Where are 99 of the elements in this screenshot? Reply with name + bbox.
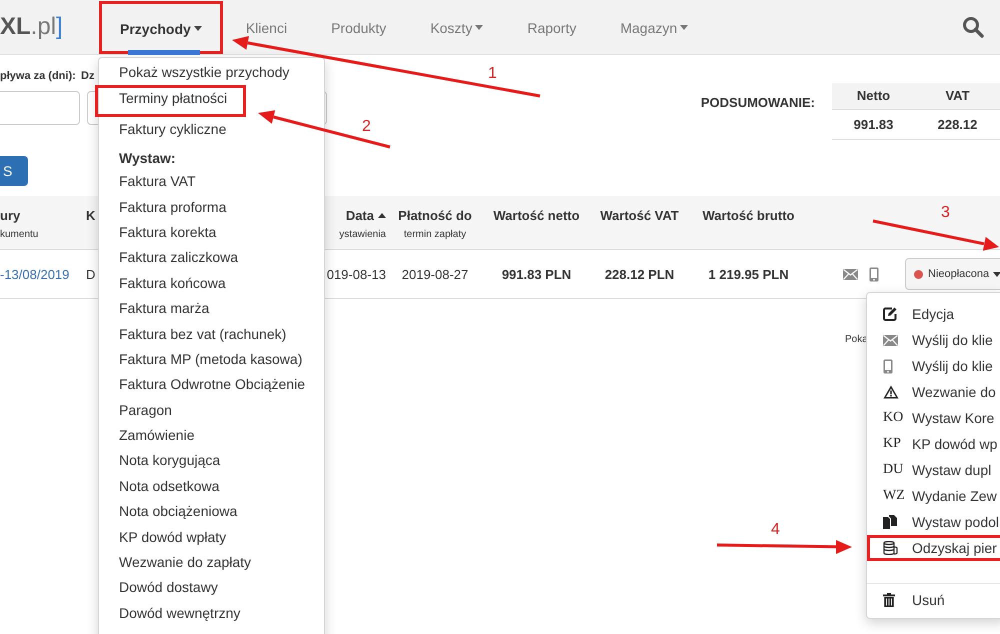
document-link[interactable]: -13/08/2019 xyxy=(0,266,70,282)
summary-value: 991.83 xyxy=(852,116,894,134)
menu-item[interactable]: Wystaw podol xyxy=(867,509,1000,535)
menu-item[interactable]: Usuń xyxy=(867,587,1000,613)
table-cell: 019-08-13 xyxy=(326,266,386,282)
column-title: K xyxy=(86,208,96,223)
submit-button[interactable]: S xyxy=(0,156,28,186)
menu-item[interactable]: Paragon xyxy=(99,398,324,424)
edit-icon xyxy=(883,307,897,321)
nav-tab[interactable]: Przychody xyxy=(98,0,224,55)
filter-label: pływa za (dni): xyxy=(0,70,75,84)
menu-item[interactable]: Terminy płatności xyxy=(95,85,246,117)
column-title: Wartość brutto xyxy=(702,208,794,223)
code-label: KO xyxy=(883,410,904,426)
menu-item[interactable]: KP dowód wpłaty xyxy=(99,524,324,550)
menu-item-label: Usuń xyxy=(912,592,945,608)
summary-label: PODSUMOWANIE: xyxy=(700,95,815,110)
column-title: ury xyxy=(0,208,20,223)
input-field[interactable] xyxy=(0,91,80,125)
menu-item[interactable]: Dowód wewnętrzny xyxy=(99,600,324,626)
code-label: WZ xyxy=(883,488,905,504)
step-number: 1 xyxy=(488,66,497,82)
status-dot-icon xyxy=(914,270,923,278)
menu-item[interactable]: Faktura bez vat (rachunek) xyxy=(99,322,324,347)
menu-item[interactable]: Wezwanie do zapłaty xyxy=(99,550,324,576)
menu-item-label: Wystaw podol xyxy=(912,514,1000,530)
documents-icon xyxy=(883,515,897,529)
table-cell: 2019-08-27 xyxy=(402,266,468,282)
nav-tab[interactable]: Raporty xyxy=(505,0,598,55)
menu-header: Wystaw: xyxy=(118,149,177,168)
nav-tab[interactable]: Produkty xyxy=(309,0,408,55)
table-cell: 991.83 PLN xyxy=(502,266,572,282)
menu-item[interactable]: Faktura Odwrotne Obciążenie xyxy=(99,372,324,398)
menu-item[interactable]: Odzyskaj pier xyxy=(867,535,1000,561)
menu-item[interactable]: Faktura MP (metoda kasowa) xyxy=(99,346,324,372)
menu-item[interactable]: Nota obciążeniowa xyxy=(99,499,324,525)
nav-tab[interactable]: Klienci xyxy=(224,0,310,55)
column-title: Data xyxy=(346,208,374,223)
step-number: 2 xyxy=(362,119,371,135)
menu-item[interactable]: Nota korygująca xyxy=(99,448,324,474)
menu-item-label: Wystaw Kore xyxy=(912,410,994,426)
table-cell: D xyxy=(86,266,96,282)
menu-item-label: KP dowód wp xyxy=(912,436,998,452)
menu-item[interactable]: KP KP dowód wp xyxy=(867,431,1000,457)
column-subtitle: kumentu xyxy=(0,229,40,240)
step-number: 4 xyxy=(771,522,780,538)
menu-item[interactable]: Pokaż wszystkie przychody xyxy=(99,60,324,86)
menu-item[interactable]: Wyślij do klie xyxy=(867,353,1000,379)
step-number: 3 xyxy=(941,205,950,221)
code-label: KP xyxy=(883,436,901,452)
envelope-icon xyxy=(843,268,858,280)
menu-item-label: Wyślij do klie xyxy=(912,358,993,374)
menu-item[interactable]: DU Wystaw dupl xyxy=(867,457,1000,483)
column-title: Płatność do xyxy=(398,208,472,223)
column-subtitle: ystawienia xyxy=(338,229,386,240)
warning-icon xyxy=(883,385,899,399)
nav-tab[interactable]: Magazyn xyxy=(598,0,710,55)
logo: XL.pl] xyxy=(0,12,64,42)
menu-item[interactable]: Faktury cykliczne xyxy=(99,116,324,142)
code-label: DU xyxy=(883,462,904,478)
menu-item[interactable]: Zamówienie xyxy=(99,423,324,448)
phone-icon xyxy=(883,358,893,374)
table-cell: 228.12 PLN xyxy=(604,266,674,282)
menu-item[interactable]: Dowód dostawy xyxy=(99,575,324,601)
menu-item[interactable]: Faktura VAT xyxy=(99,169,324,195)
menu-item-label: Wystaw dupl xyxy=(912,462,992,478)
coins-icon xyxy=(883,541,898,555)
menu-item[interactable]: Wezwanie do xyxy=(867,379,1000,405)
status-dropdown[interactable]: Nieopłacona xyxy=(905,258,1000,290)
caret-icon xyxy=(993,272,1000,276)
menu-item[interactable]: KO Wystaw Kore xyxy=(867,405,1000,431)
menu-item-label: Edycja xyxy=(912,306,954,322)
menu-item-label: Odzyskaj pier xyxy=(912,540,997,556)
filter-label: Dz xyxy=(81,70,94,84)
menu-item[interactable]: Faktura marża xyxy=(99,296,324,322)
menu-item[interactable]: Nota odsetkowa xyxy=(99,474,324,500)
menu-item-label: Wyślij do klie xyxy=(912,332,993,348)
column-title: Wartość VAT xyxy=(600,208,679,223)
menu-item-label: Wezwanie do xyxy=(912,384,996,400)
nav-tab[interactable]: Koszty xyxy=(408,0,506,55)
menu-item-label: Wydanie Zew xyxy=(912,488,997,504)
menu-item[interactable]: Wyślij do klie xyxy=(867,327,1000,353)
column-title: Wartość netto xyxy=(493,208,580,223)
menu-item[interactable]: WZ Wydanie Zew xyxy=(867,483,1000,509)
phone-icon xyxy=(869,266,879,282)
sort-icon[interactable] xyxy=(378,213,386,218)
search-icon[interactable] xyxy=(962,16,984,38)
menu-item[interactable]: Faktura końcowa xyxy=(99,270,324,296)
summary-header: VAT xyxy=(915,83,1000,110)
table-cell: 1 219.95 PLN xyxy=(708,266,789,282)
menu-item[interactable]: Faktura zaliczkowa xyxy=(99,245,324,271)
menu-item[interactable]: Faktura korekta xyxy=(99,220,324,246)
menu-item[interactable]: Edycja xyxy=(867,301,1000,327)
envelope-icon xyxy=(883,334,898,346)
summary-value: 228.12 xyxy=(936,116,978,134)
menu-item[interactable]: Faktura proforma xyxy=(99,194,324,220)
summary-header: Netto xyxy=(832,83,915,110)
column-subtitle: termin zapłaty xyxy=(402,229,468,240)
trash-icon xyxy=(883,593,895,607)
